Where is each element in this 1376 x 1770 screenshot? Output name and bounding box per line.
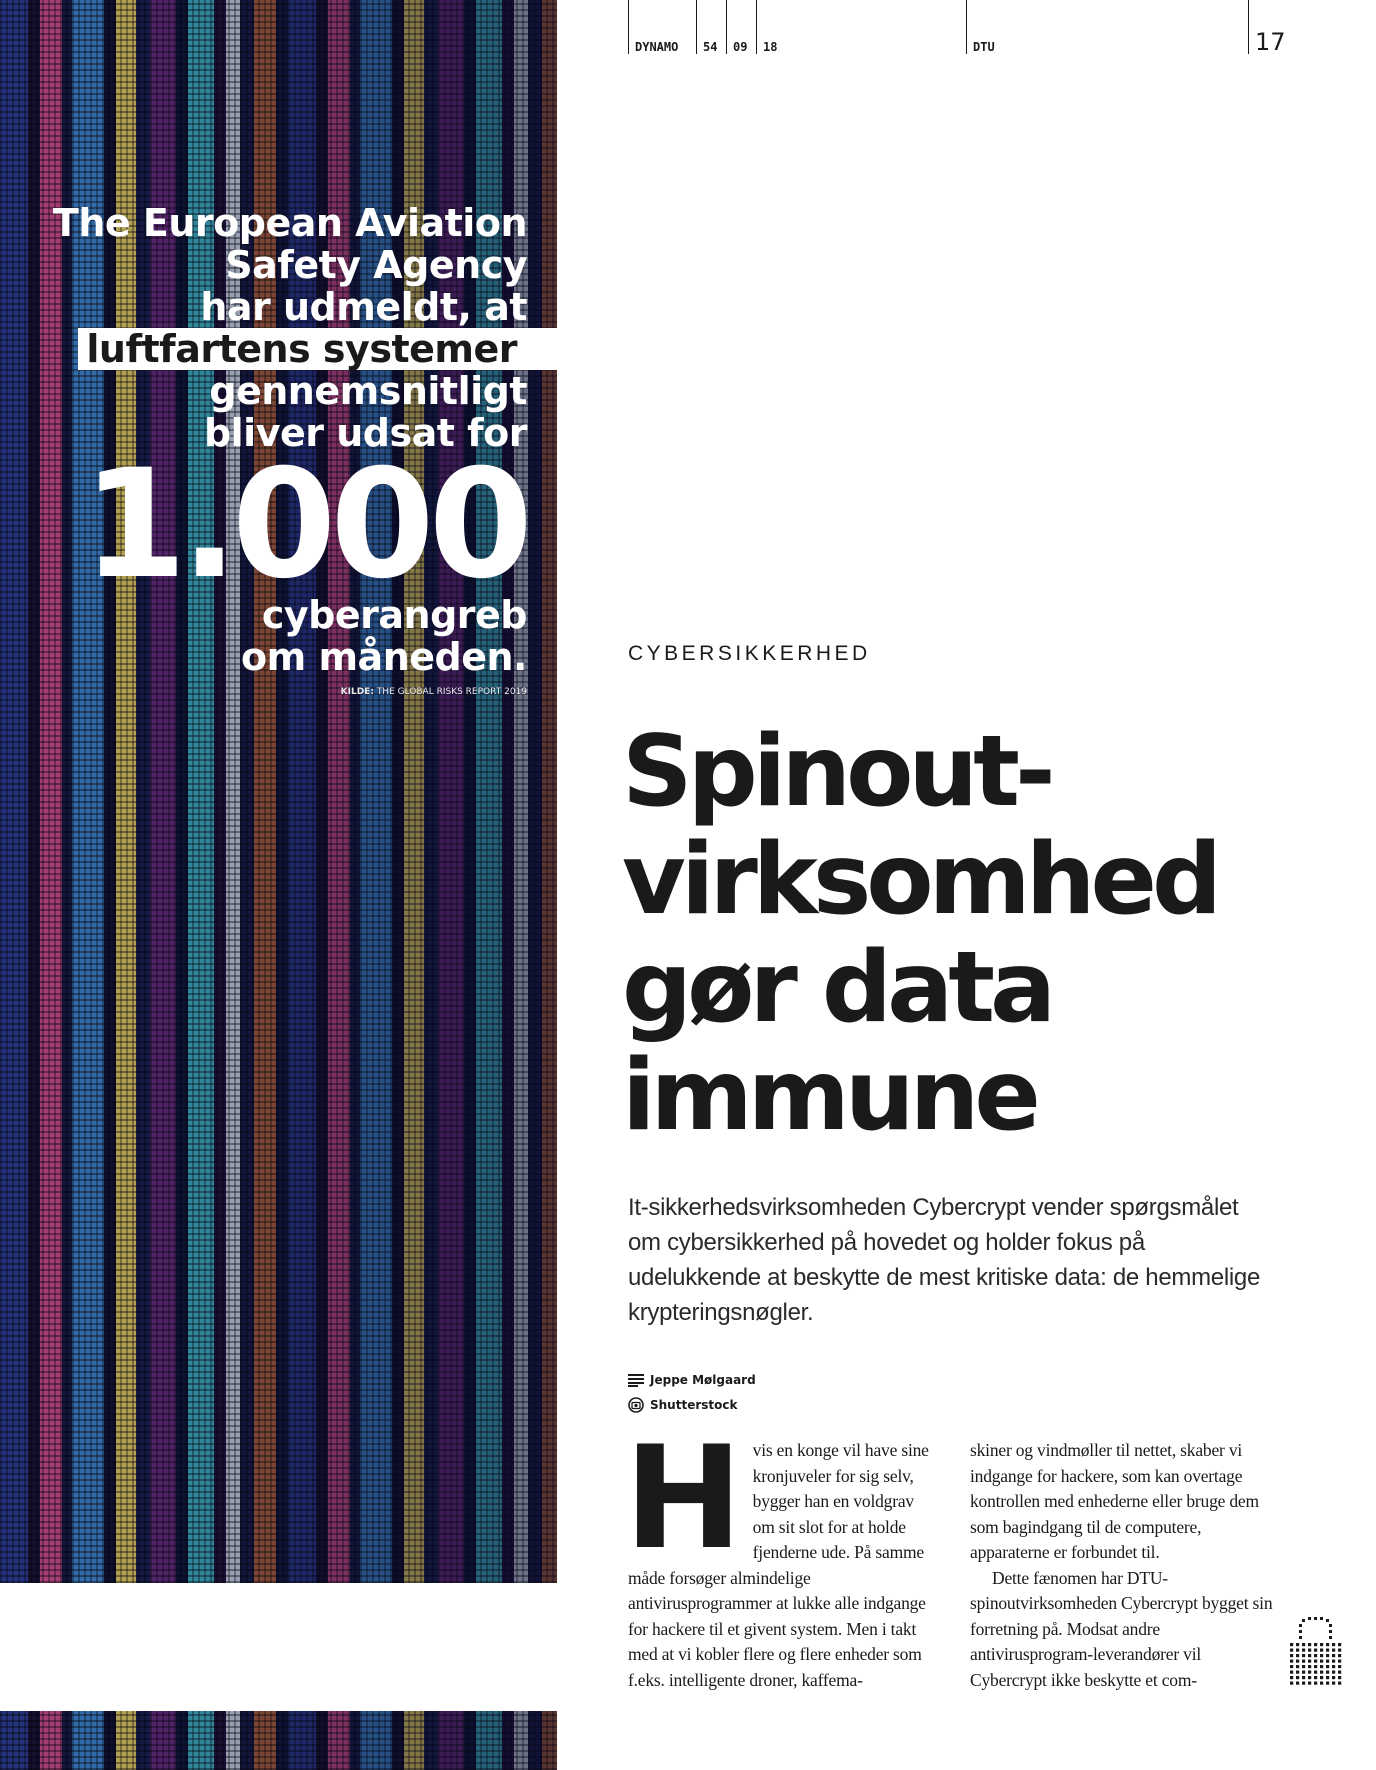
photo-credit-name: Shutterstock (650, 1397, 738, 1412)
body-column-1: H vis en konge vil have sine kronjuveler… (624, 1428, 933, 1693)
hero-photo: The European Aviation Safety Agency har … (0, 0, 557, 1583)
drop-cap: H (624, 1416, 743, 1581)
credits: Jeppe Mølgaard Shutterstock (628, 1367, 756, 1417)
camera-icon (628, 1396, 644, 1413)
author-credit: Jeppe Mølgaard (628, 1367, 756, 1392)
body-paragraph: Dette fænomen har DTU-spinoutvirksomhede… (970, 1567, 1273, 1690)
quote-line: gennemsnitligt (209, 369, 527, 413)
article-lead: It-sikkerhedsvirksomheden Cybercrypt ven… (628, 1194, 1260, 1326)
padlock-icon (1290, 1617, 1342, 1685)
photo-credit: Shutterstock (628, 1392, 756, 1417)
body-column-2: skiner og vindmøller til nettet, skaber … (970, 1438, 1275, 1693)
article-headline: Spinout- virksomhed gør data immune (622, 718, 1322, 1150)
header-year: 18 (756, 0, 966, 54)
header-magazine: DYNAMO (628, 0, 696, 54)
quote-highlight: luftfartens systemer (78, 328, 557, 370)
page-number: 17 (1248, 0, 1288, 56)
body-paragraph: skiner og vindmøller til nettet, skaber … (970, 1440, 1259, 1562)
quote-line: om måneden. (241, 635, 527, 679)
source-label: KILDE: (340, 687, 374, 697)
header-month: 09 (726, 0, 756, 54)
quote-source: KILDE: THE GLOBAL RISKS REPORT 2019 (27, 686, 527, 698)
headline-line: gør data (622, 931, 1056, 1045)
headline-line: virksomhed (622, 823, 1222, 937)
headline-line: immune (622, 1039, 1041, 1153)
sidebar-quote: The European Aviation Safety Agency har … (27, 201, 557, 698)
quote-line: The European Aviation (52, 201, 528, 245)
quote-line: har udmeldt, at (200, 285, 527, 329)
page-header: DYNAMO 54 09 18 DTU 17 (628, 0, 1288, 56)
lines-icon (628, 1373, 644, 1387)
header-section: DTU (966, 0, 1248, 54)
quote-line: Safety Agency (225, 243, 527, 287)
source-text: THE GLOBAL RISKS REPORT 2019 (376, 687, 527, 697)
photo-strip-bottom (0, 1711, 557, 1770)
article-kicker: CYBERSIKKERHED (628, 642, 871, 665)
quote-big-number: 1.000 (82, 438, 533, 612)
author-name: Jeppe Mølgaard (650, 1372, 756, 1387)
header-issue: 54 (696, 0, 726, 54)
headline-line: Spinout- (622, 715, 1056, 829)
